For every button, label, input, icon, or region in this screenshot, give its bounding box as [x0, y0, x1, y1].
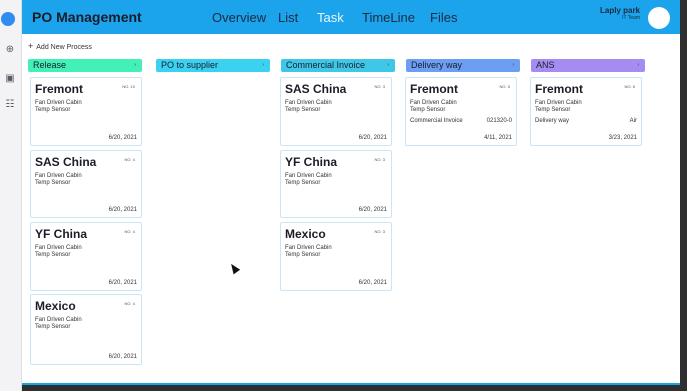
task-card[interactable]: Fremont NO. 5 Fan Driven Cabin Temp Sens… [405, 77, 517, 146]
task-card[interactable]: Fremont NO. 6 Fan Driven Cabin Temp Sens… [530, 77, 642, 146]
card-date: 6/20, 2021 [108, 207, 137, 213]
card-number: NO. 5 [499, 84, 510, 89]
card-date: 6/20, 2021 [108, 280, 137, 286]
card-name: Fremont [35, 82, 83, 96]
card-name: SAS China [285, 82, 347, 96]
card-name: Mexico [285, 227, 326, 241]
card-item: Temp Sensor [35, 324, 71, 330]
column-header-delivery-way[interactable]: Delivery way › [406, 59, 520, 72]
card-name: YF China [35, 227, 88, 241]
card-field-label: Delivery way [535, 118, 570, 124]
card-item: Fan Driven Cabin [410, 100, 457, 106]
card-name: Fremont [410, 82, 458, 96]
card-item: Fan Driven Cabin [535, 100, 582, 106]
card-item: Temp Sensor [35, 252, 71, 258]
task-card[interactable]: Mexico NO. 3 Fan Driven Cabin Temp Senso… [280, 222, 392, 291]
task-card[interactable]: YF China NO. 4 Fan Driven Cabin Temp Sen… [30, 222, 142, 291]
avatar[interactable] [648, 7, 670, 29]
card-number: NO. 3 [374, 229, 385, 234]
user-name: Laply park [599, 6, 640, 15]
card-item: Temp Sensor [35, 107, 71, 113]
card-name: YF China [285, 155, 338, 169]
user-team: IT Team [622, 15, 640, 21]
top-bar: PO Management Overview List Task TimeLin… [22, 0, 680, 34]
card-field: Delivery way Air [535, 118, 637, 124]
card-number: NO. 4 [124, 301, 135, 306]
card-number: NO. 4 [124, 229, 135, 234]
card-item: Temp Sensor [285, 252, 321, 258]
card-field-value: Air [629, 118, 637, 124]
card-date: 6/20, 2021 [108, 135, 137, 141]
column-header-po-to-supplier[interactable]: PO to supplier › [156, 59, 270, 72]
card-item: Temp Sensor [35, 180, 71, 186]
card-date: 6/20, 2021 [108, 354, 137, 360]
card-date: 6/20, 2021 [358, 135, 387, 141]
chevron-right-icon[interactable]: › [512, 59, 514, 72]
nav-overview[interactable]: Overview [212, 10, 266, 25]
grid-icon[interactable]: ☷ [3, 99, 17, 111]
app-window: ⊕ ▣ ☷ PO Management Overview List Task T… [0, 0, 687, 391]
card-number: NO. 3 [374, 84, 385, 89]
nav-list[interactable]: List [278, 10, 298, 25]
add-new-process-label: Add New Process [36, 44, 92, 51]
card-item: Fan Driven Cabin [285, 245, 332, 251]
chevron-right-icon[interactable]: › [262, 59, 264, 72]
card-name: Mexico [35, 299, 76, 313]
nav-files[interactable]: Files [430, 10, 457, 25]
chevron-right-icon[interactable]: › [134, 59, 136, 72]
column-header-ans[interactable]: ANS › [531, 59, 645, 72]
card-field: Commercial Invoice 021320-0 [410, 118, 512, 124]
column-title: PO to supplier [161, 60, 219, 70]
card-name: SAS China [35, 155, 97, 169]
card-number: NO. 10 [122, 84, 135, 89]
app-logo [1, 12, 15, 26]
card-date: 6/20, 2021 [358, 280, 387, 286]
add-circle-icon[interactable]: ⊕ [3, 44, 17, 56]
user-info[interactable]: Laply park IT Team [600, 6, 640, 21]
plus-icon: + [28, 41, 34, 51]
card-item: Temp Sensor [285, 180, 321, 186]
column-title: ANS [536, 60, 555, 70]
card-item: Fan Driven Cabin [285, 100, 332, 106]
page-title: PO Management [32, 9, 142, 25]
card-item: Temp Sensor [410, 107, 446, 113]
card-item: Fan Driven Cabin [35, 173, 82, 179]
card-item: Temp Sensor [535, 107, 571, 113]
card-item: Fan Driven Cabin [35, 245, 82, 251]
card-item: Fan Driven Cabin [35, 100, 82, 106]
column-header-release[interactable]: Release › [28, 59, 142, 72]
task-card[interactable]: SAS China NO. 3 Fan Driven Cabin Temp Se… [280, 77, 392, 146]
card-date: 3/23, 2021 [608, 135, 637, 141]
bottom-accent-line [22, 383, 680, 385]
card-item: Fan Driven Cabin [285, 173, 332, 179]
column-title: Commercial Invoice [286, 60, 366, 70]
card-item: Temp Sensor [285, 107, 321, 113]
inbox-icon[interactable]: ▣ [3, 73, 17, 85]
chevron-right-icon[interactable]: › [387, 59, 389, 72]
nav-timeline[interactable]: TimeLine [362, 10, 415, 25]
task-card[interactable]: Mexico NO. 4 Fan Driven Cabin Temp Senso… [30, 294, 142, 365]
column-title: Delivery way [411, 60, 463, 70]
nav-task[interactable]: Task [317, 10, 344, 25]
card-date: 6/20, 2021 [358, 207, 387, 213]
card-name: Fremont [535, 82, 583, 96]
task-card[interactable]: YF China NO. 3 Fan Driven Cabin Temp Sen… [280, 150, 392, 218]
task-card[interactable]: SAS China NO. 4 Fan Driven Cabin Temp Se… [30, 150, 142, 218]
card-number: NO. 6 [624, 84, 635, 89]
column-header-commercial-invoice[interactable]: Commercial Invoice › [281, 59, 395, 72]
card-date: 4/11, 2021 [484, 135, 512, 141]
card-field-value: 021320-0 [486, 118, 512, 124]
column-title: Release [33, 60, 67, 70]
task-card[interactable]: Fremont NO. 10 Fan Driven Cabin Temp Sen… [30, 77, 142, 146]
card-number: NO. 4 [124, 157, 135, 162]
card-field-label: Commercial Invoice [410, 118, 463, 124]
card-item: Fan Driven Cabin [35, 317, 82, 323]
left-toolbar: ⊕ ▣ ☷ [0, 0, 22, 391]
chevron-right-icon[interactable]: › [637, 59, 639, 72]
add-new-process-button[interactable]: + Add New Process [28, 41, 92, 51]
card-number: NO. 3 [374, 157, 385, 162]
board: + Add New Process Release › PO to supplier… [22, 34, 680, 383]
